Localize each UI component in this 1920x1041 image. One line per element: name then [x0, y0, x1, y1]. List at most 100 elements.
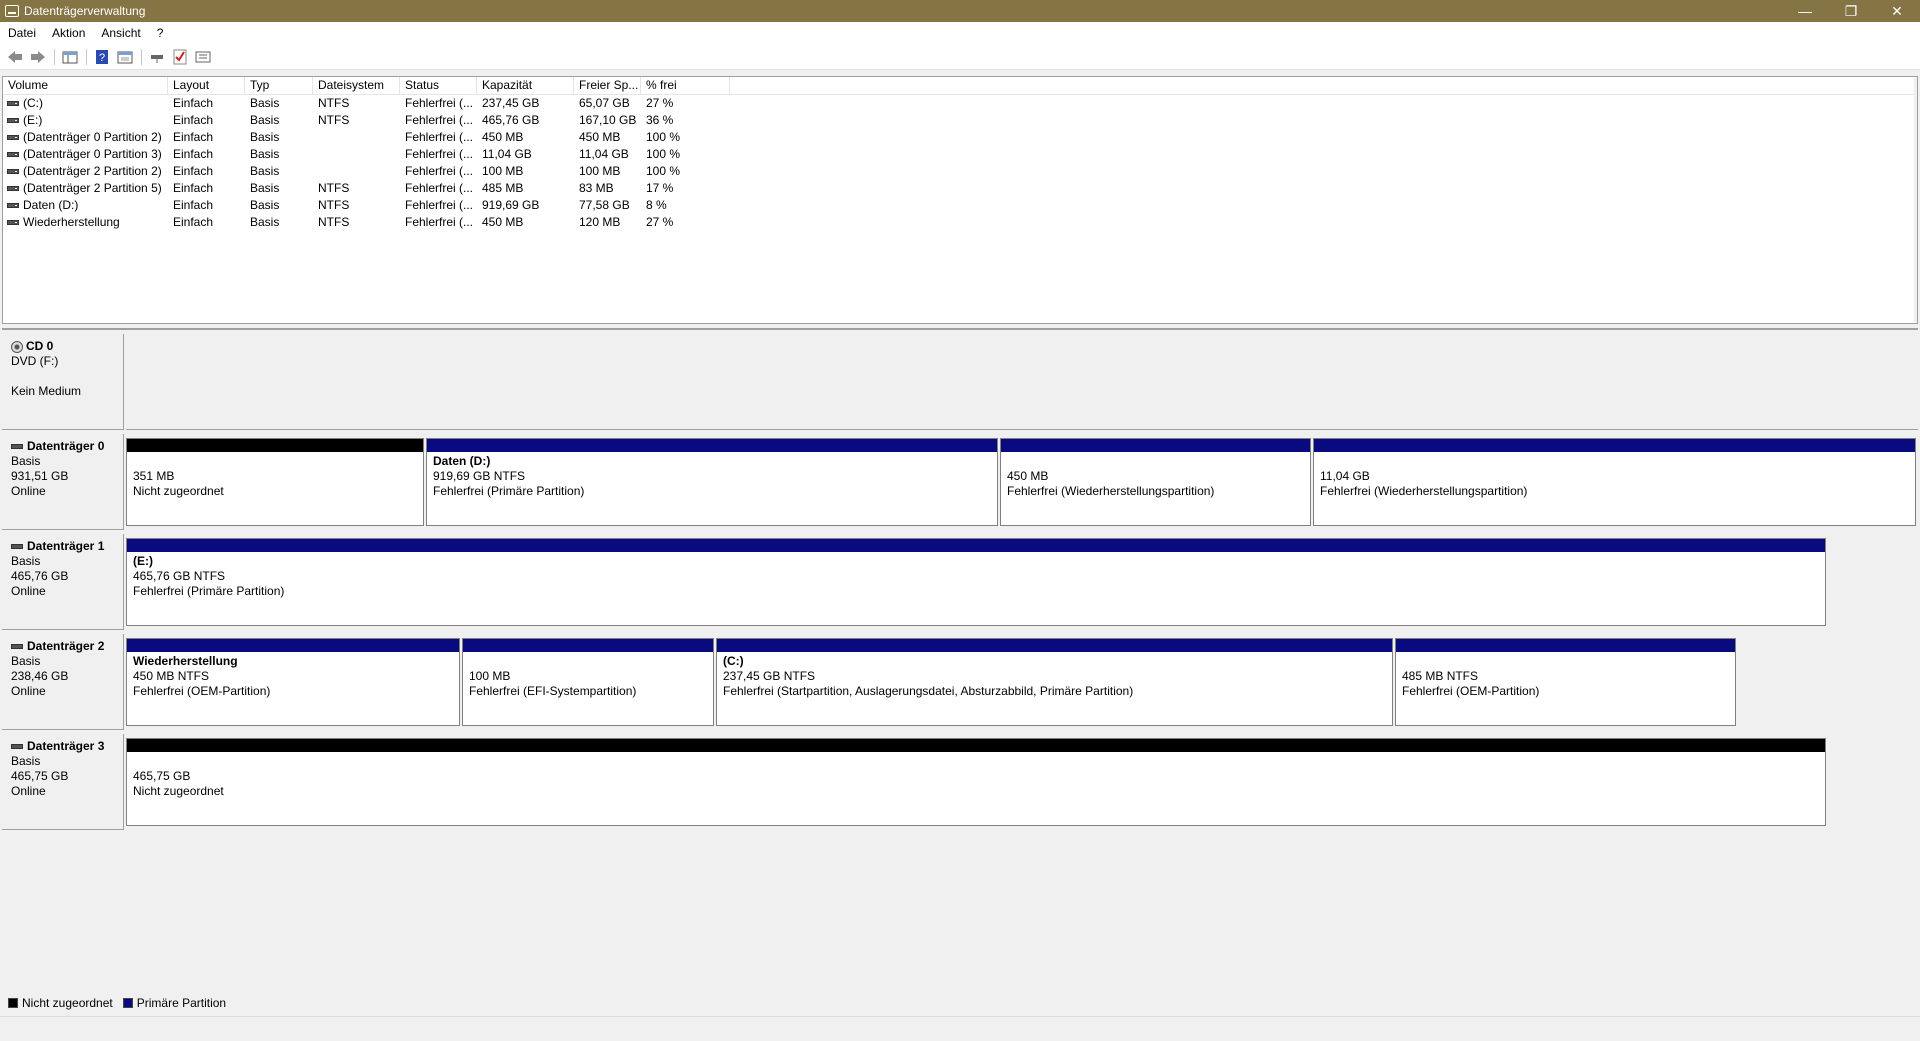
menu-aktion[interactable]: Aktion — [44, 26, 93, 40]
cell-prozent-frei: 27 % — [646, 96, 674, 110]
partition-block[interactable]: 351 MB Nicht zugeordnet — [126, 438, 424, 526]
cd-area[interactable] — [126, 334, 1918, 430]
console-tree-icon[interactable] — [59, 46, 81, 68]
volume-row[interactable]: Wiederherstellung Einfach Basis NTFS Fehlerf… — [3, 214, 1917, 231]
cell-prozent-frei: 100 % — [646, 147, 681, 161]
partition-size: 237,45 GB NTFS — [723, 669, 816, 683]
legend-label-primary: Primäre Partition — [136, 996, 227, 1010]
cell-layout: Einfach — [173, 113, 214, 127]
vertical-scrollbar[interactable] — [1914, 77, 1917, 323]
partition-status: Nicht zugeordnet — [133, 484, 224, 498]
cell-prozent-frei: 27 % — [646, 215, 674, 229]
volume-icon — [7, 101, 19, 106]
disk-label[interactable]: Datenträger 3 Basis 465,75 GB Online — [2, 734, 124, 830]
cell-dateisystem — [313, 146, 400, 163]
volume-row[interactable]: (Datenträger 0 Partition 2) Einfach Basis F… — [3, 129, 1917, 146]
cell-typ: Basis — [250, 113, 280, 127]
partition-status: Nicht zugeordnet — [133, 784, 224, 798]
primary-partition-bar — [1396, 639, 1735, 652]
disk-management-icon — [5, 5, 19, 17]
partition-status: Fehlerfrei (EFI-Systempartition) — [469, 684, 637, 698]
cell-dateisystem: NTFS — [318, 198, 350, 212]
cell-prozent-frei: 100 % — [646, 164, 681, 178]
volume-row[interactable]: (C:) Einfach Basis NTFS Fehlerfrei (... 237,4… — [3, 95, 1917, 112]
disk-type: Basis — [11, 454, 41, 468]
cd-row: CD 0 DVD (F:) Kein Medium — [2, 334, 1918, 430]
properties-icon[interactable] — [114, 46, 136, 68]
column-header-volume[interactable]: Volume — [3, 77, 168, 94]
primary-partition-bar — [127, 539, 1825, 552]
menu-datei[interactable]: Datei — [0, 26, 44, 40]
volume-name: (Datenträger 2 Partition 5) — [23, 181, 162, 195]
partition-title: (C:) — [723, 654, 744, 668]
partition-block[interactable]: (E:) 465,76 GB NTFS Fehlerfrei (Primäre Pa… — [126, 538, 1826, 626]
volume-row[interactable]: (Datenträger 2 Partition 5) Einfach Basis N… — [3, 180, 1917, 197]
partition-block[interactable]: 450 MB Fehlerfrei (Wiederherstellungspart… — [1000, 438, 1311, 526]
partition-status: Fehlerfrei (Wiederherstellungspartition) — [1007, 484, 1215, 498]
unallocated-bar — [127, 739, 1825, 752]
restore-button[interactable]: ❐ — [1828, 0, 1874, 22]
disk-row: Datenträger 2 Basis 238,46 GB Online Wiederh… — [2, 634, 1918, 730]
column-header-prozent-frei[interactable]: % frei — [641, 77, 730, 94]
disk-label[interactable]: Datenträger 0 Basis 931,51 GB Online — [2, 434, 124, 530]
partition-title: Wiederherstellung — [133, 654, 238, 668]
partition-info: 11,04 GB Fehlerfrei (Wiederherstellungspa… — [1314, 452, 1915, 499]
partition-info: (E:) 465,76 GB NTFS Fehlerfrei (Primäre Pa… — [127, 552, 1825, 599]
cell-status: Fehlerfrei (... — [405, 113, 474, 127]
volume-row[interactable]: (Datenträger 2 Partition 2) Einfach Basis F… — [3, 163, 1917, 180]
partition-block[interactable]: 485 MB NTFS Fehlerfrei (OEM-Partition) — [1395, 638, 1736, 726]
volume-icon — [7, 186, 19, 191]
volume-row[interactable]: Daten (D:) Einfach Basis NTFS Fehlerfrei (..… — [3, 197, 1917, 214]
cell-freier-speicher: 77,58 GB — [579, 198, 630, 212]
checklist-icon[interactable] — [169, 46, 191, 68]
settings-list-icon[interactable] — [192, 46, 214, 68]
partition-size: 450 MB — [1007, 469, 1049, 483]
column-header-freier-speicher[interactable]: Freier Sp... — [574, 77, 641, 94]
partition-title: Daten (D:) — [433, 454, 491, 468]
partition-block[interactable]: Wiederherstellung 450 MB NTFS Fehlerfrei (… — [126, 638, 460, 726]
disk-row: Datenträger 3 Basis 465,75 GB Online 465,75 … — [2, 734, 1918, 830]
cd-media: Kein Medium — [11, 384, 82, 398]
disk-label[interactable]: Datenträger 1 Basis 465,76 GB Online — [2, 534, 124, 630]
column-header-status[interactable]: Status — [400, 77, 477, 94]
cell-freier-speicher: 450 MB — [579, 130, 621, 144]
partition-block[interactable]: 11,04 GB Fehlerfrei (Wiederherstellungspa… — [1313, 438, 1916, 526]
disk-name: Datenträger 3 — [27, 739, 105, 753]
hard-disk-icon — [11, 744, 23, 749]
help-icon[interactable]: ? — [91, 46, 113, 68]
volume-icon — [7, 135, 19, 140]
disk-type: Basis — [11, 654, 41, 668]
partition-info: 100 MB Fehlerfrei (EFI-Systempartition) — [463, 652, 713, 699]
cell-volume: (Datenträger 2 Partition 5) — [3, 180, 168, 197]
title-bar: Datenträgerverwaltung — ❐ ✕ — [0, 0, 1920, 22]
close-button[interactable]: ✕ — [1874, 0, 1920, 22]
forward-arrow-icon[interactable] — [27, 46, 49, 68]
column-header-typ[interactable]: Typ — [245, 77, 313, 94]
partition-block[interactable]: 100 MB Fehlerfrei (EFI-Systempartition) — [462, 638, 714, 726]
column-header-kapazitaet[interactable]: Kapazität — [477, 77, 574, 94]
cell-freier-speicher: 83 MB — [579, 181, 614, 195]
primary-partition-bar — [717, 639, 1392, 652]
back-arrow-icon[interactable] — [4, 46, 26, 68]
cell-layout: Einfach — [173, 164, 214, 178]
column-header-dateisystem[interactable]: Dateisystem — [313, 77, 400, 94]
volume-icon — [7, 118, 19, 123]
partition-block[interactable]: (C:) 237,45 GB NTFS Fehlerfrei (Startparti… — [716, 638, 1393, 726]
disk-name: Datenträger 2 — [27, 639, 105, 653]
volume-row[interactable]: (Datenträger 0 Partition 3) Einfach Basis F… — [3, 146, 1917, 163]
menu-help[interactable]: ? — [149, 26, 172, 40]
partition-block[interactable]: Daten (D:) 919,69 GB NTFS Fehlerfrei (Prim… — [426, 438, 998, 526]
menu-bar: Datei Aktion Ansicht ? — [0, 22, 1920, 44]
cell-dateisystem — [313, 163, 400, 180]
cell-dateisystem: NTFS — [318, 215, 350, 229]
connect-disk-icon[interactable] — [146, 46, 168, 68]
disk-label[interactable]: Datenträger 2 Basis 238,46 GB Online — [2, 634, 124, 730]
partition-size: 485 MB NTFS — [1402, 669, 1479, 683]
minimize-button[interactable]: — — [1782, 0, 1828, 22]
partition-block[interactable]: 465,75 GB Nicht zugeordnet — [126, 738, 1826, 826]
volume-row[interactable]: (E:) Einfach Basis NTFS Fehlerfrei (... 465,7… — [3, 112, 1917, 129]
column-header-layout[interactable]: Layout — [168, 77, 245, 94]
menu-ansicht[interactable]: Ansicht — [93, 26, 148, 40]
disk-row: Datenträger 1 Basis 465,76 GB Online (E:) 465… — [2, 534, 1918, 630]
cd-label[interactable]: CD 0 DVD (F:) Kein Medium — [2, 334, 124, 430]
